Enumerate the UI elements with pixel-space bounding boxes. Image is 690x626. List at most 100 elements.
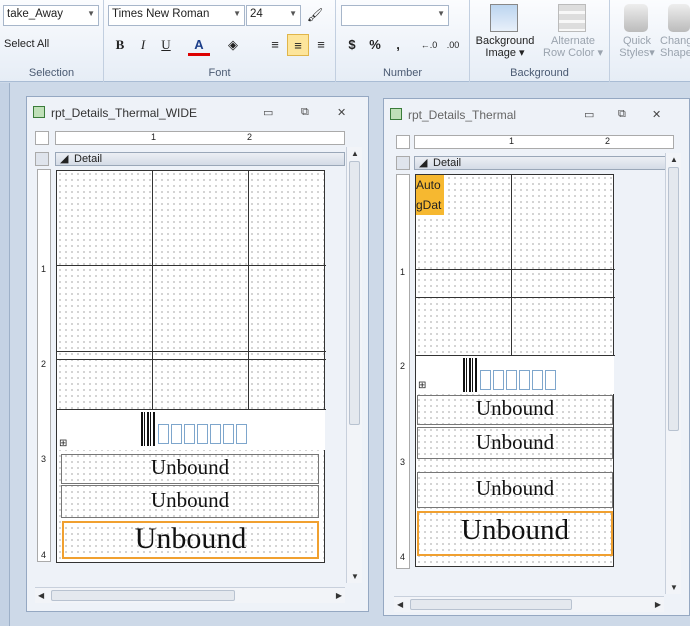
currency-button[interactable]: $	[341, 34, 363, 56]
grid-line	[152, 171, 153, 409]
grid-line	[57, 359, 326, 360]
window-titlebar[interactable]: rpt_Details_Thermal ▭ ⧉ ✕	[384, 99, 689, 129]
quick-styles-icon	[624, 4, 648, 32]
percent-button[interactable]: %	[364, 34, 386, 56]
fill-color-icon[interactable]: ◈	[222, 34, 244, 56]
scroll-right-icon[interactable]: ▶	[336, 591, 342, 600]
change-shape-button[interactable]: Chang Shape	[660, 35, 690, 59]
background-image-button[interactable]: Background Image ▾	[472, 35, 538, 59]
detail-section-bar[interactable]: ◢ Detail	[55, 152, 345, 166]
ruler-mark-1: 1	[509, 136, 515, 146]
section-selector[interactable]	[396, 156, 410, 170]
report-icon	[33, 106, 45, 118]
font-size-combo[interactable]: 24 ▼	[246, 5, 301, 26]
vruler-mark-2: 2	[400, 361, 406, 371]
vertical-ruler: 1 2 3 4	[37, 169, 51, 562]
scroll-up-icon[interactable]: ▲	[670, 155, 678, 164]
minimize-icon[interactable]: ▭	[263, 106, 273, 119]
ruler-corner[interactable]	[35, 131, 49, 145]
scroll-left-icon[interactable]: ◀	[38, 591, 44, 600]
ruler-mark-1: 1	[151, 132, 157, 142]
barcode-digit	[197, 424, 208, 444]
format-painter-icon[interactable]: 🖌	[304, 4, 326, 26]
move-handle-icon[interactable]: ⊞	[418, 380, 426, 391]
ruler-mark-2: 2	[605, 136, 611, 146]
vruler-mark-2: 2	[41, 359, 47, 369]
barcode-digit	[184, 424, 195, 444]
barcode-digit	[493, 370, 504, 390]
comma-button[interactable]: ,	[387, 34, 409, 56]
barcode-digit	[158, 424, 169, 444]
background-image-label2: Image	[485, 47, 516, 59]
bold-button[interactable]: B	[109, 34, 131, 56]
section-selector[interactable]	[35, 152, 49, 166]
restore-icon[interactable]: ⧉	[301, 106, 309, 119]
grid-line	[511, 175, 512, 355]
decrease-decimals-icon[interactable]: .00	[442, 34, 464, 56]
scroll-down-icon[interactable]: ▼	[670, 583, 678, 592]
unbound-textbox-label: Unbound	[150, 488, 230, 512]
close-icon[interactable]: ✕	[337, 106, 346, 119]
window-titlebar[interactable]: rpt_Details_Thermal_WIDE ▭ ⧉ ✕	[27, 97, 368, 127]
detail-section-bar[interactable]: ◢ Detail	[414, 156, 674, 170]
number-group: ▼ $ % , ←.0 .00 Number	[336, 0, 470, 82]
report-canvas[interactable]: ⊞ Unbound Unbound Unbound	[56, 170, 326, 563]
scroll-down-icon[interactable]: ▼	[351, 572, 359, 581]
vertical-scrollbar[interactable]: ▲ ▼	[346, 147, 362, 583]
vertical-scrollbar[interactable]: ▲ ▼	[665, 153, 681, 594]
section-arrow-icon: ◢	[419, 157, 428, 169]
scroll-right-icon[interactable]: ▶	[655, 600, 661, 609]
chevron-down-icon: ▼	[289, 9, 297, 18]
scroll-thumb[interactable]	[349, 161, 360, 425]
minimize-icon[interactable]: ▭	[584, 108, 594, 121]
alt-row-label: Alternate	[550, 35, 596, 47]
grid-line	[416, 269, 615, 270]
scroll-left-icon[interactable]: ◀	[397, 600, 403, 609]
barcode-image[interactable]	[463, 358, 477, 392]
field-auto[interactable]: Auto	[416, 175, 444, 195]
align-right-icon[interactable]: ≡	[310, 34, 332, 56]
font-color-icon[interactable]: A	[188, 34, 210, 56]
grid-line	[57, 265, 326, 266]
section-title: Detail	[433, 157, 462, 169]
font-size-value: 24	[250, 8, 263, 20]
field-date[interactable]: gDat	[416, 195, 444, 215]
chevron-down-icon: ▼	[87, 9, 95, 18]
barcode-image[interactable]	[141, 412, 155, 446]
select-all-button[interactable]: Select All	[4, 38, 49, 50]
object-combo[interactable]: take_Away ▼	[3, 5, 99, 26]
align-left-icon[interactable]: ≡	[264, 34, 286, 56]
increase-decimals-icon[interactable]: ←.0	[418, 34, 440, 56]
report-canvas[interactable]: Auto gDat ⊞ Unbound Unbound Unbound Unbo…	[415, 174, 615, 567]
align-center-icon[interactable]: ≡	[287, 34, 309, 56]
scroll-thumb[interactable]	[668, 167, 679, 431]
alternate-row-color-button[interactable]: Alternate Row Color ▾	[540, 35, 606, 59]
report-icon	[390, 108, 402, 120]
font-name-combo[interactable]: Times New Roman ▼	[108, 5, 245, 26]
report-window-wide: rpt_Details_Thermal_WIDE ▭ ⧉ ✕ 1 2 ◢ Deta…	[26, 96, 369, 612]
barcode-digit	[519, 370, 530, 390]
italic-button[interactable]: I	[132, 34, 154, 56]
close-icon[interactable]: ✕	[652, 108, 661, 121]
move-handle-icon[interactable]: ⊞	[59, 438, 67, 449]
scroll-thumb[interactable]	[410, 599, 572, 610]
section-title: Detail	[74, 153, 103, 165]
unbound-textbox-label: Unbound	[134, 522, 247, 555]
horizontal-scrollbar[interactable]: ◀ ▶	[35, 587, 345, 603]
underline-button[interactable]: U	[155, 34, 177, 56]
number-group-label: Number	[382, 67, 423, 79]
font-group-label: Font	[208, 67, 231, 79]
quick-styles-button[interactable]: Quick Styles▾	[612, 35, 662, 59]
scroll-thumb[interactable]	[51, 590, 235, 601]
report-window: rpt_Details_Thermal ▭ ⧉ ✕ 1 2 ◢ Detail 1 …	[383, 98, 690, 616]
grid-line	[416, 297, 615, 298]
number-format-combo[interactable]: ▼	[341, 5, 449, 26]
background-image-label: Background	[475, 35, 535, 47]
horizontal-scrollbar[interactable]: ◀ ▶	[394, 596, 664, 612]
nav-pane-edge[interactable]	[0, 83, 10, 626]
scroll-up-icon[interactable]: ▲	[351, 149, 359, 158]
restore-icon[interactable]: ⧉	[618, 108, 626, 121]
font-group: Times New Roman ▼ 24 ▼ 🖌 B I U A ◈ ≡ ≡ ≡ F…	[104, 0, 336, 82]
ruler-corner[interactable]	[396, 135, 410, 149]
alt-row-label2: Row Color	[543, 47, 595, 59]
